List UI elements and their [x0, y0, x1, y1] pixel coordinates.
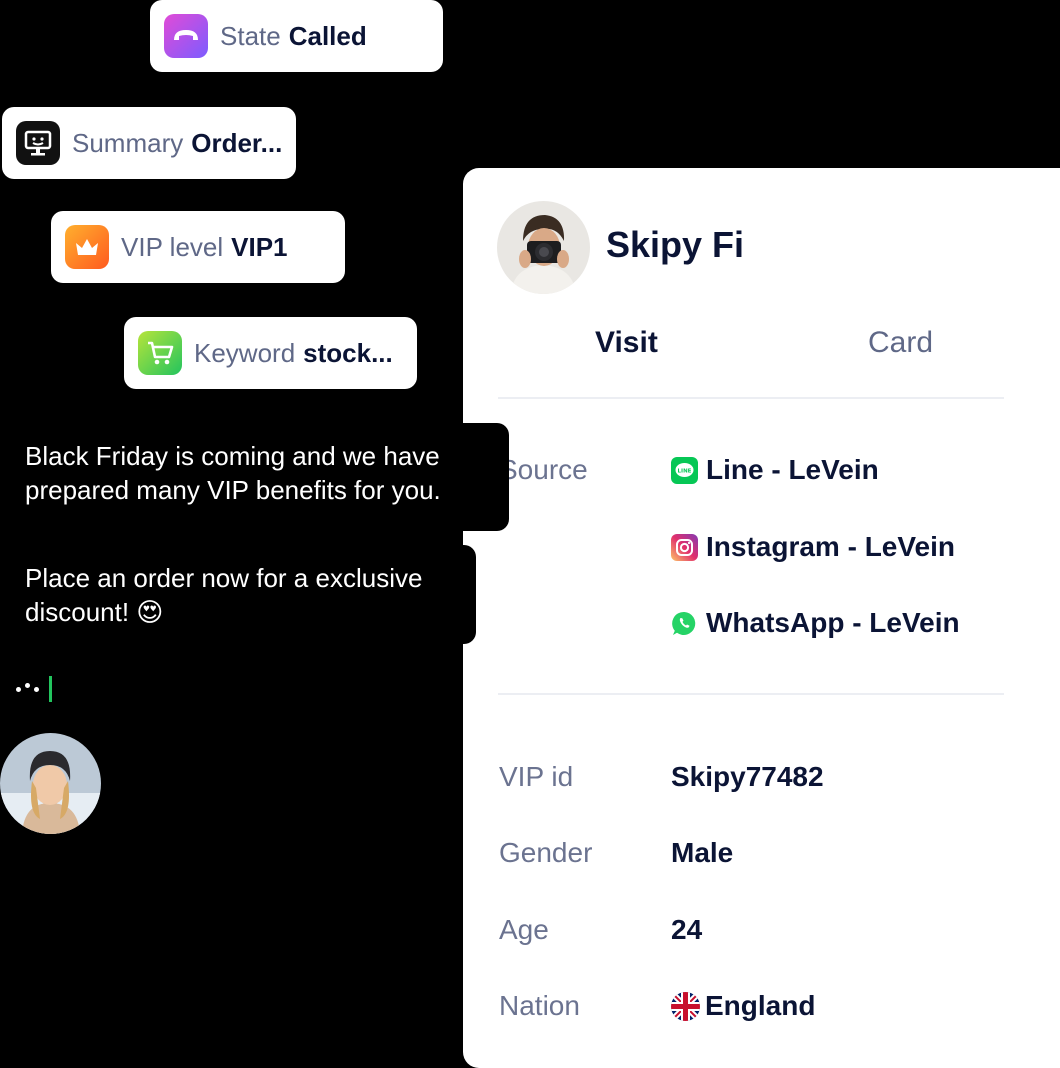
gender-value: Male: [671, 837, 734, 868]
field-label: VIP id: [499, 761, 574, 792]
nation-value: England: [671, 990, 815, 1022]
chat-message-1: Black Friday is coming and we have prepa…: [0, 423, 509, 531]
uk-flag-icon: [671, 991, 700, 1021]
keyword-label: Keyword: [194, 337, 296, 368]
whatsapp-icon: [671, 610, 698, 637]
chat-message-2: Place an order now for a exclusive disco…: [0, 545, 476, 644]
state-chip[interactable]: State Called: [150, 0, 443, 72]
profile-name: Skipy Fi: [606, 224, 745, 265]
source-line-name: Line - LeVein: [706, 454, 879, 485]
source-line[interactable]: LINE Line - LeVein: [671, 454, 879, 486]
field-label: Nation: [499, 990, 580, 1021]
shopping-cart-icon: [138, 331, 182, 375]
vip-level-label: VIP level: [121, 231, 224, 262]
field-label: Age: [499, 914, 549, 945]
source-whatsapp-name: WhatsApp - LeVein: [706, 607, 960, 638]
summary-chip[interactable]: Summary Order...: [2, 107, 296, 179]
source-label: Source: [499, 454, 588, 485]
vip-level-chip[interactable]: VIP level VIP1: [51, 211, 345, 283]
divider: [498, 693, 1004, 695]
monitor-icon: [16, 121, 60, 165]
source-instagram-name: Instagram - LeVein: [706, 531, 955, 562]
summary-value: Order...: [191, 127, 283, 158]
phone-hangup-icon: [164, 14, 208, 58]
tab-visit[interactable]: Visit: [595, 326, 658, 360]
nation-name: England: [705, 990, 816, 1021]
crown-icon: [65, 225, 109, 269]
divider: [498, 397, 1004, 399]
instagram-icon: [671, 533, 698, 561]
source-instagram[interactable]: Instagram - LeVein: [671, 531, 955, 563]
keyword-value: stock...: [303, 337, 393, 368]
tab-card[interactable]: Card: [868, 326, 933, 360]
source-whatsapp[interactable]: WhatsApp - LeVein: [671, 607, 960, 639]
keyword-chip[interactable]: Keyword stock...: [124, 317, 417, 389]
vip-level-value: VIP1: [231, 231, 288, 262]
field-label: Gender: [499, 837, 593, 868]
vip-id-value: Skipy77482: [671, 761, 824, 792]
state-label: State: [220, 20, 281, 51]
state-value: Called: [288, 20, 367, 51]
line-icon: LINE: [671, 456, 698, 484]
age-value: 24: [671, 914, 703, 945]
profile-avatar: [497, 201, 590, 294]
svg-text:LINE: LINE: [678, 468, 692, 474]
profile-panel: Skipy Fi Visit Card Source LINE Line - L…: [463, 168, 1060, 1068]
avatar: [0, 733, 101, 834]
text-caret: [49, 676, 52, 702]
typing-indicator: [16, 676, 52, 702]
summary-label: Summary: [72, 127, 184, 158]
